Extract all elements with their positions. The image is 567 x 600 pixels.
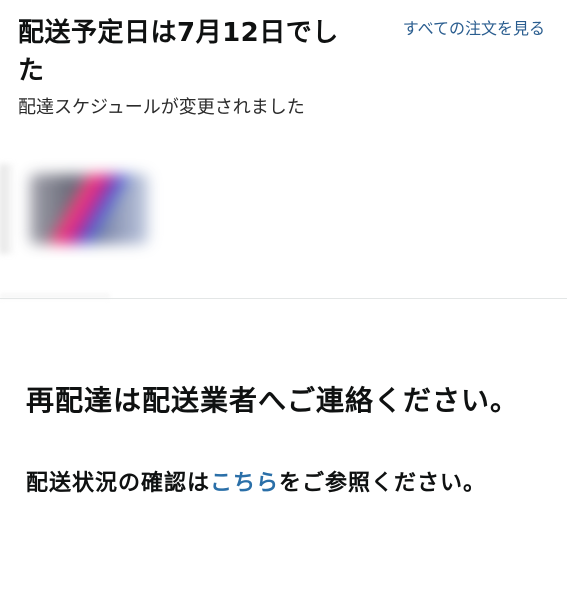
delivery-status-notice: 配送状況の確認はこちらをご参照ください。 (26, 468, 536, 500)
status-here-link[interactable]: こちら (210, 471, 279, 496)
status-suffix-text: をご参照ください。 (279, 471, 487, 496)
delivery-date-title: 配送予定日は7月12日でした (18, 18, 339, 86)
product-thumbnail[interactable] (30, 174, 148, 244)
delivery-header: 配送予定日は7月12日でした すべての注文を見る 配達スケジュールが変更されまし… (0, 0, 567, 130)
schedule-changed-text: 配達スケジュールが変更されました (18, 97, 305, 118)
divider-shadow (0, 294, 110, 300)
redelivery-notice: 再配達は配送業者へご連絡ください。 (26, 384, 520, 417)
section-divider (0, 298, 567, 299)
status-prefix-text: 配送状況の確認は (26, 471, 211, 496)
edge-shadow (0, 164, 16, 254)
view-all-orders-link[interactable]: すべての注文を見る (385, 16, 545, 42)
